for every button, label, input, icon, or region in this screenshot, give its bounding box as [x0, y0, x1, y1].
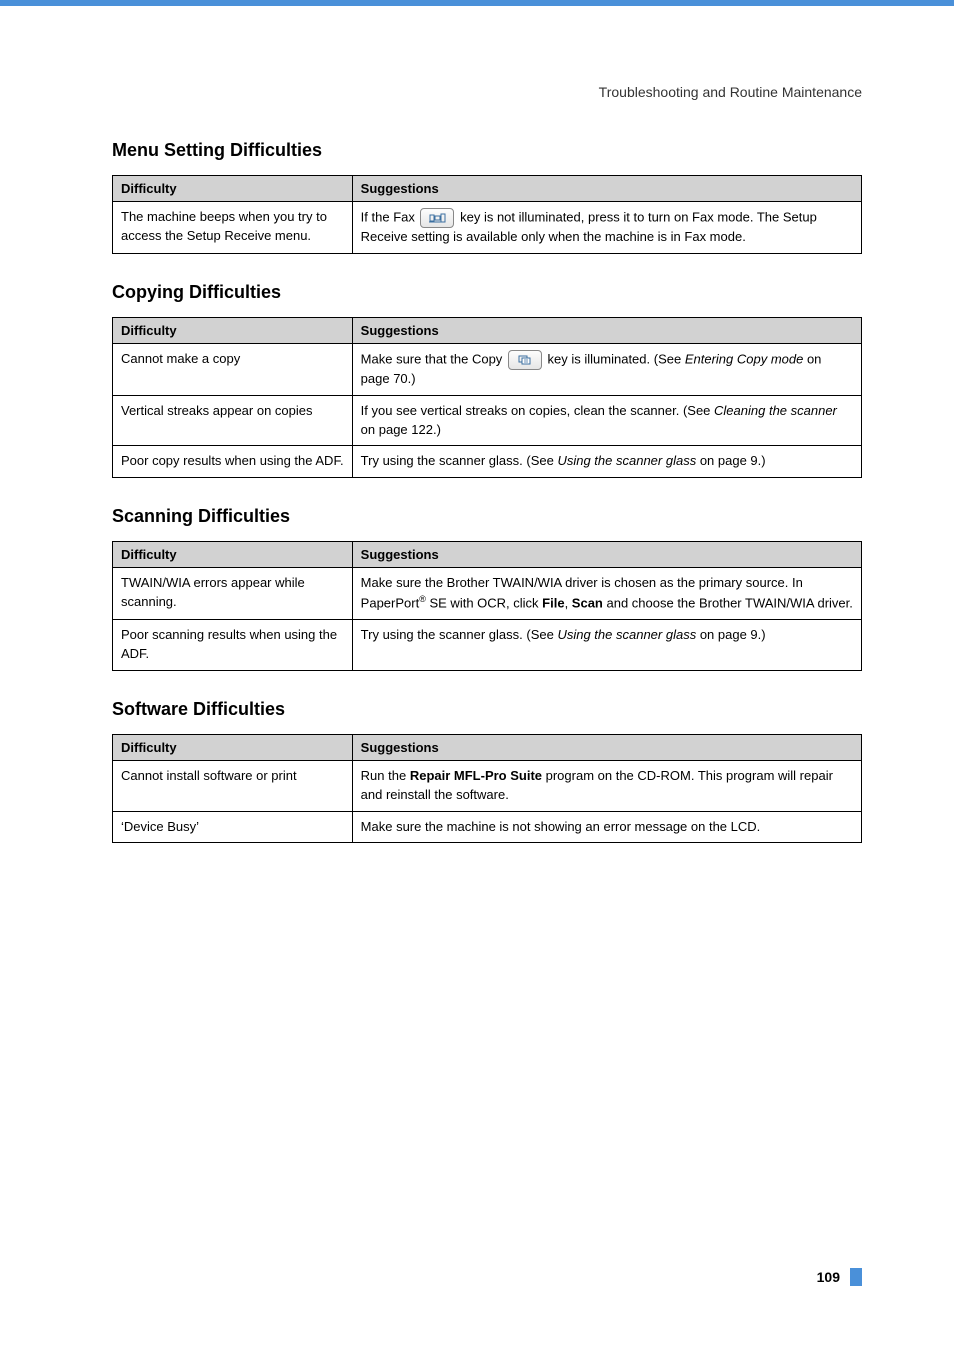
text-fragment-italic: Entering Copy mode — [685, 351, 804, 366]
cell-suggestion: If you see vertical streaks on copies, c… — [352, 395, 861, 446]
th-difficulty: Difficulty — [113, 176, 353, 202]
cell-suggestion: Try using the scanner glass. (See Using … — [352, 620, 861, 671]
footer-accent-bar — [850, 1268, 862, 1286]
table-row: Poor scanning results when using the ADF… — [113, 620, 862, 671]
registered-mark: ® — [419, 594, 426, 604]
table-row: Cannot make a copy Make sure that the Co… — [113, 343, 862, 395]
page-number: 109 — [817, 1269, 840, 1285]
table-row: Cannot install software or print Run the… — [113, 760, 862, 811]
th-difficulty: Difficulty — [113, 734, 353, 760]
page-footer: 109 — [817, 1268, 862, 1286]
text-fragment: SE with OCR, click — [426, 595, 542, 610]
text-fragment-italic: Using the scanner glass — [557, 453, 696, 468]
text-fragment: key is illuminated. (See — [544, 351, 685, 366]
th-suggestions: Suggestions — [352, 542, 861, 568]
table-scanning: Difficulty Suggestions TWAIN/WIA errors … — [112, 541, 862, 671]
cell-suggestion: Try using the scanner glass. (See Using … — [352, 446, 861, 478]
table-software: Difficulty Suggestions Cannot install so… — [112, 734, 862, 844]
text-fragment: on page 122.) — [361, 422, 441, 437]
th-difficulty: Difficulty — [113, 317, 353, 343]
text-fragment: , — [565, 595, 572, 610]
text-fragment: on page 9.) — [696, 627, 765, 642]
th-suggestions: Suggestions — [352, 176, 861, 202]
text-fragment: and choose the Brother TWAIN/WIA driver. — [603, 595, 853, 610]
cell-difficulty: Cannot install software or print — [113, 760, 353, 811]
th-difficulty: Difficulty — [113, 542, 353, 568]
cell-suggestion: Make sure the machine is not showing an … — [352, 811, 861, 843]
table-row: TWAIN/WIA errors appear while scanning. … — [113, 568, 862, 620]
table-row: Vertical streaks appear on copies If you… — [113, 395, 862, 446]
cell-suggestion: Make sure the Brother TWAIN/WIA driver i… — [352, 568, 861, 620]
th-suggestions: Suggestions — [352, 734, 861, 760]
text-fragment: Try using the scanner glass. (See — [361, 627, 558, 642]
cell-difficulty: TWAIN/WIA errors appear while scanning. — [113, 568, 353, 620]
text-fragment-bold: File — [542, 595, 564, 610]
breadcrumb: Troubleshooting and Routine Maintenance — [599, 84, 862, 100]
cell-difficulty: The machine beeps when you try to access… — [113, 202, 353, 254]
table-row: ‘Device Busy’ Make sure the machine is n… — [113, 811, 862, 843]
cell-difficulty: Poor copy results when using the ADF. — [113, 446, 353, 478]
text-fragment-italic: Cleaning the scanner — [714, 403, 837, 418]
copy-icon — [508, 350, 542, 370]
cell-suggestion: Make sure that the Copy key is illuminat… — [352, 343, 861, 395]
text-fragment-bold: Scan — [572, 595, 603, 610]
cell-suggestion: Run the Repair MFL-Pro Suite program on … — [352, 760, 861, 811]
cell-difficulty: Poor scanning results when using the ADF… — [113, 620, 353, 671]
cell-difficulty: Vertical streaks appear on copies — [113, 395, 353, 446]
table-copying: Difficulty Suggestions Cannot make a cop… — [112, 317, 862, 478]
table-row: Poor copy results when using the ADF. Tr… — [113, 446, 862, 478]
cell-suggestion: If the Fax key is not illuminated, press… — [352, 202, 861, 254]
section-title-software: Software Difficulties — [112, 699, 862, 720]
section-title-scanning: Scanning Difficulties — [112, 506, 862, 527]
table-row: The machine beeps when you try to access… — [113, 202, 862, 254]
fax-icon — [420, 208, 454, 228]
th-suggestions: Suggestions — [352, 317, 861, 343]
text-fragment: Make sure that the Copy — [361, 351, 506, 366]
text-fragment: Try using the scanner glass. (See — [361, 453, 558, 468]
text-fragment: If the Fax — [361, 209, 419, 224]
section-title-copying: Copying Difficulties — [112, 282, 862, 303]
cell-difficulty: ‘Device Busy’ — [113, 811, 353, 843]
table-menu-setting: Difficulty Suggestions The machine beeps… — [112, 175, 862, 254]
cell-difficulty: Cannot make a copy — [113, 343, 353, 395]
text-fragment: on page 9.) — [696, 453, 765, 468]
section-title-menu: Menu Setting Difficulties — [112, 140, 862, 161]
text-fragment-italic: Using the scanner glass — [557, 627, 696, 642]
text-fragment: If you see vertical streaks on copies, c… — [361, 403, 714, 418]
text-fragment-bold: Repair MFL-Pro Suite — [410, 768, 542, 783]
text-fragment: Run the — [361, 768, 410, 783]
